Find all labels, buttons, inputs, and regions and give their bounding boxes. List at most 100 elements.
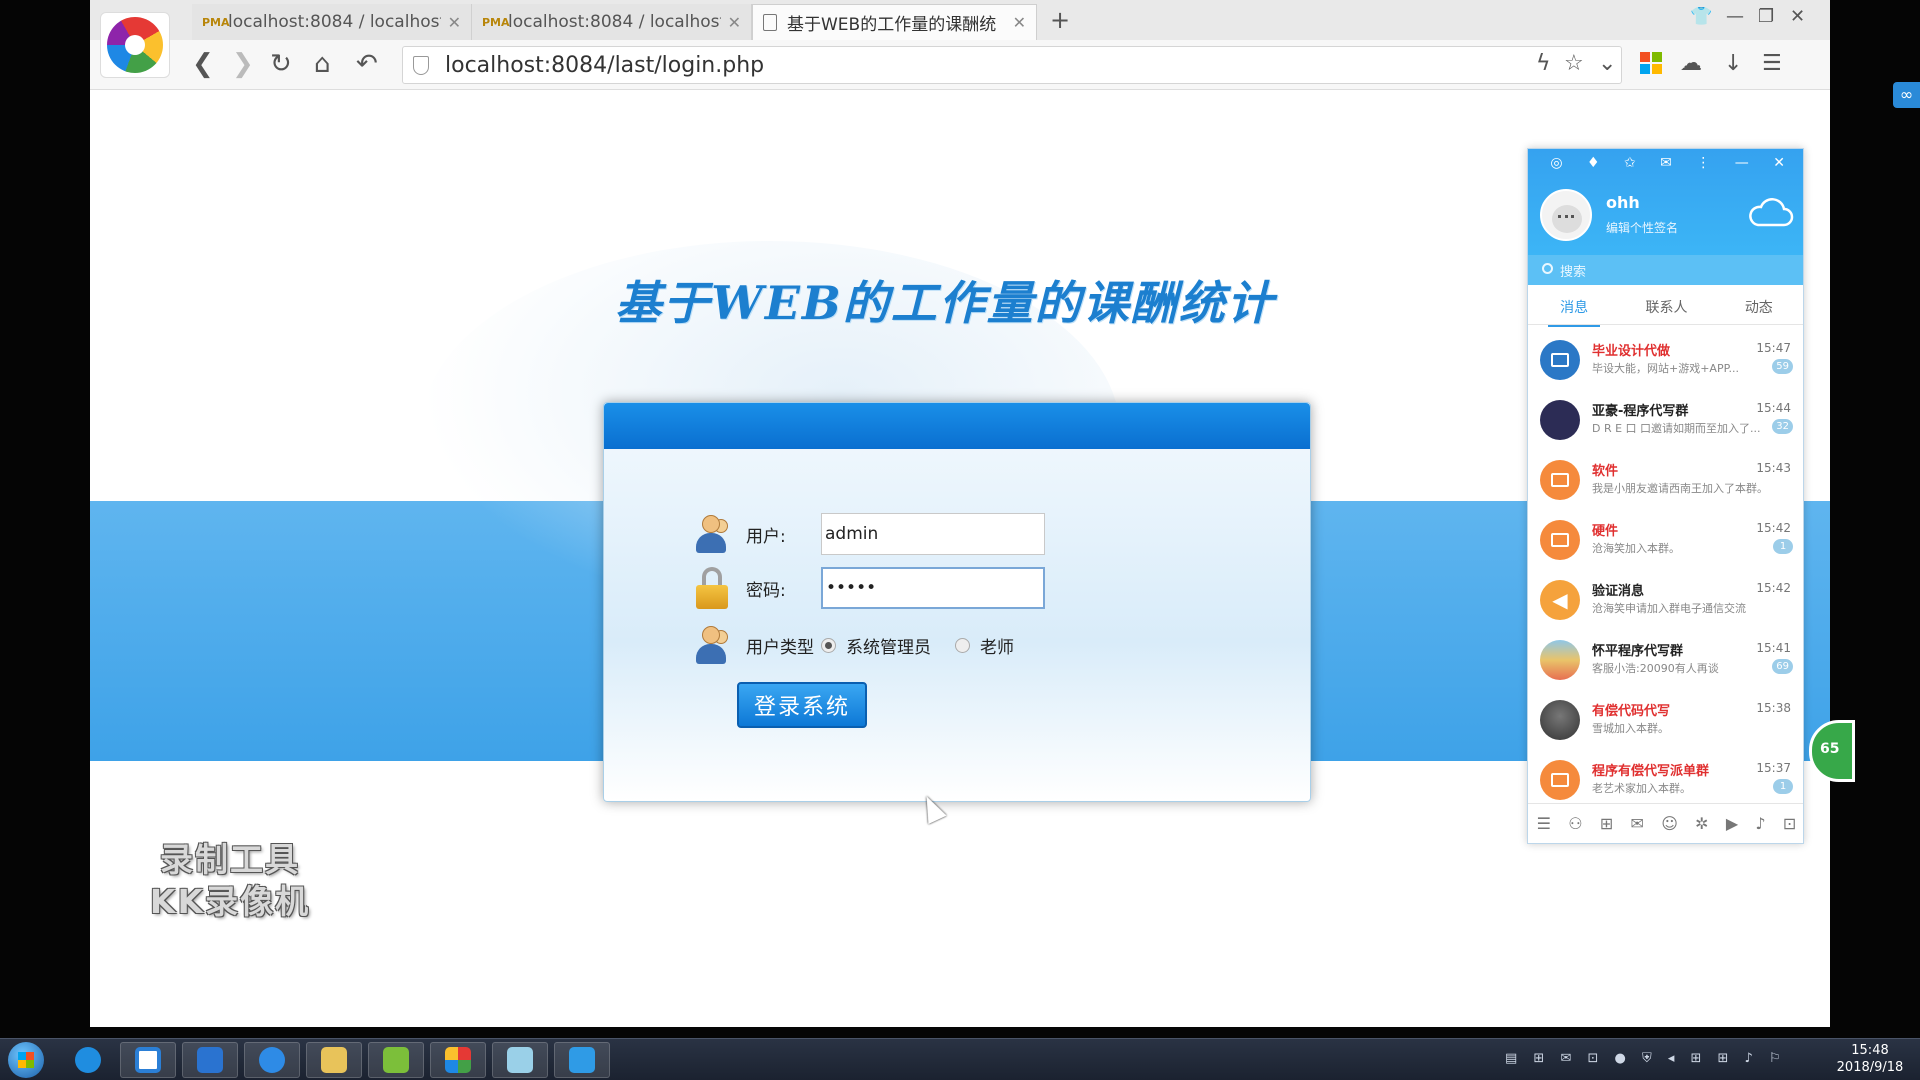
- menu-icon[interactable]: ☰: [1762, 51, 1782, 77]
- taskbar-explorer-app[interactable]: [306, 1042, 362, 1078]
- tab-phpmyadmin-2[interactable]: PMA localhost:8084 / localhost ✕: [472, 4, 752, 40]
- close-icon[interactable]: ✕: [441, 13, 461, 32]
- game-icon[interactable]: ☺: [1661, 814, 1678, 833]
- windows-app-icon: [445, 1047, 471, 1073]
- tab-bar: PMA localhost:8084 / localhost ✕ PMA loc…: [90, 0, 1830, 40]
- taskbar-app-7[interactable]: [430, 1042, 486, 1078]
- baidu-cloud-icon[interactable]: ∞: [1893, 82, 1920, 108]
- shield-icon: [413, 56, 429, 75]
- new-tab-button[interactable]: +: [1050, 6, 1070, 34]
- tab-title: localhost:8084 / localhost: [508, 12, 721, 32]
- star-icon[interactable]: ☆: [1564, 51, 1584, 77]
- taskbar-app-9[interactable]: [554, 1042, 610, 1078]
- document-icon: [763, 14, 777, 31]
- password-input[interactable]: •••••: [821, 567, 1045, 609]
- url-text: localhost:8084/last/login.php: [445, 53, 765, 78]
- restore-button[interactable]: ❐: [1758, 6, 1774, 27]
- radio-teacher[interactable]: [955, 637, 970, 653]
- avatar[interactable]: [1540, 189, 1592, 241]
- search-icon: [1542, 263, 1553, 274]
- tab-messages[interactable]: 消息: [1528, 285, 1620, 327]
- taskbar-app-6[interactable]: [368, 1042, 424, 1078]
- qq-search-bar[interactable]: 搜索: [1528, 255, 1803, 285]
- chevron-down-icon[interactable]: ⌄: [1598, 51, 1616, 77]
- taskbar-sogou-app[interactable]: [244, 1042, 300, 1078]
- list-item[interactable]: 软件 我是小朋友邀请西南王加入了本群。 15:43: [1528, 449, 1803, 509]
- notepad-app-icon: [507, 1047, 533, 1073]
- home-button[interactable]: ⌂: [314, 50, 331, 78]
- list-item[interactable]: 有偿代码代写 雪城加入本群。 15:38: [1528, 689, 1803, 749]
- avatar: [1540, 340, 1580, 380]
- apps-icon[interactable]: ⊞: [1600, 814, 1613, 833]
- usertype-label: 用户类型: [746, 637, 814, 658]
- speaker-icon: ◀: [1540, 580, 1580, 620]
- list-item[interactable]: ◀ 验证消息 沧海笑申请加入群电子通信交流 15:42: [1528, 569, 1803, 629]
- list-item[interactable]: 怀平程序代写群 客服小浩:20090有人再谈 15:41 69: [1528, 629, 1803, 689]
- tab-contacts[interactable]: 联系人: [1620, 285, 1712, 324]
- qq-toolbar: ☰ ⚇ ⊞ ✉ ☺ ✲ ▶ ♪ ⊡: [1528, 803, 1803, 843]
- forward-button[interactable]: ❯: [232, 50, 254, 78]
- taskbar-app-8[interactable]: [492, 1042, 548, 1078]
- video-icon[interactable]: ▶: [1726, 814, 1738, 833]
- taskbar-clock[interactable]: 15:48 2018/9/18: [1820, 1042, 1920, 1076]
- mail-icon[interactable]: ✉: [1631, 814, 1644, 833]
- qq-username: ohh: [1606, 193, 1640, 212]
- lock-icon: [692, 567, 732, 609]
- message-name: 怀平程序代写群: [1592, 644, 1684, 659]
- download-icon[interactable]: ↓: [1724, 51, 1742, 77]
- radio-admin[interactable]: [821, 637, 836, 653]
- add-contact-icon[interactable]: ⚇: [1568, 814, 1582, 833]
- tab-phpmyadmin-1[interactable]: PMA localhost:8084 / localhost ✕: [192, 4, 472, 40]
- main-menu-icon[interactable]: ☰: [1537, 814, 1551, 833]
- close-window-button[interactable]: ✕: [1790, 6, 1805, 27]
- avatar: [1540, 640, 1580, 680]
- taskbar-browser-app[interactable]: [60, 1042, 116, 1078]
- undo-close-button[interactable]: ↶: [356, 50, 378, 78]
- browser-logo[interactable]: [100, 12, 170, 78]
- taskbar-app-3[interactable]: [182, 1042, 238, 1078]
- radio-teacher-label[interactable]: 老师: [980, 633, 1014, 658]
- username-input[interactable]: admin: [821, 513, 1045, 555]
- cloud-icon[interactable]: ☁: [1680, 51, 1702, 77]
- phpmyadmin-icon: PMA: [202, 15, 230, 29]
- shirt-skin-icon[interactable]: 👕: [1690, 6, 1712, 27]
- tab-login-page[interactable]: 基于WEB的工作量的课酬统 ✕: [752, 4, 1037, 40]
- taskbar-baidu-app[interactable]: [120, 1042, 176, 1078]
- settings-icon[interactable]: ✲: [1695, 814, 1708, 833]
- cloud-icon[interactable]: [1746, 197, 1794, 229]
- apps-grid-icon[interactable]: [1640, 52, 1662, 74]
- start-button[interactable]: [8, 1042, 44, 1078]
- login-button[interactable]: 登录系统: [737, 682, 867, 728]
- qq-signature[interactable]: 编辑个性签名: [1606, 219, 1678, 236]
- lightning-icon[interactable]: ϟ: [1536, 51, 1551, 77]
- qq-window-controls[interactable]: ◎ ♦ ✩ ✉ ⋮ — ✕: [1550, 155, 1795, 171]
- watermark-line-1: 录制工具: [160, 840, 300, 879]
- message-preview: 毕设大能，网站+游戏+APP...: [1592, 362, 1740, 375]
- message-name: 毕业设计代做: [1592, 344, 1671, 359]
- tab-title: localhost:8084 / localhost: [228, 12, 441, 32]
- baidu-app-icon: [135, 1047, 161, 1073]
- reload-button[interactable]: ↻: [270, 50, 292, 78]
- back-button[interactable]: ❮: [192, 50, 214, 78]
- list-item[interactable]: 亚豪-程序代写群 D R E 口 口邀请如期而至加入了... 15:44 32: [1528, 389, 1803, 449]
- message-name: 软件: [1592, 464, 1619, 479]
- tab-feeds[interactable]: 动态: [1713, 285, 1803, 324]
- list-item[interactable]: 毕业设计代做 毕设大能，网站+游戏+APP... 15:47 59: [1528, 329, 1803, 389]
- password-row: 密码: •••••: [692, 566, 1045, 610]
- message-time: 15:43: [1756, 461, 1791, 475]
- system-tray[interactable]: ▤ ⊞ ✉ ⊡ ● ⛨ ◂ ⊞ ⊞ ♪ ⚐: [1505, 1051, 1787, 1066]
- search-input[interactable]: 搜索: [1560, 261, 1586, 280]
- list-item[interactable]: 程序有偿代写派单群 老艺术家加入本群。 15:37 1: [1528, 749, 1803, 809]
- list-item[interactable]: 硬件 沧海笑加入本群。 15:42 1: [1528, 509, 1803, 569]
- close-icon[interactable]: ✕: [1006, 13, 1026, 32]
- music-icon[interactable]: ♪: [1755, 814, 1765, 833]
- app-manager-icon[interactable]: ⊡: [1783, 814, 1796, 833]
- qq-panel: ◎ ♦ ✩ ✉ ⋮ — ✕ ohh 编辑个性签名 搜索 消息 联系人 动态 毕业…: [1527, 148, 1804, 844]
- minimize-button[interactable]: —: [1726, 6, 1744, 27]
- url-field[interactable]: localhost:8084/last/login.php: [402, 46, 1622, 84]
- message-name: 验证消息: [1592, 584, 1645, 599]
- unread-badge: 69: [1772, 659, 1793, 674]
- close-icon[interactable]: ✕: [721, 13, 741, 32]
- qq-message-list: 毕业设计代做 毕设大能，网站+游戏+APP... 15:47 59 亚豪-程序代…: [1528, 329, 1803, 809]
- radio-admin-label[interactable]: 系统管理员: [846, 633, 931, 658]
